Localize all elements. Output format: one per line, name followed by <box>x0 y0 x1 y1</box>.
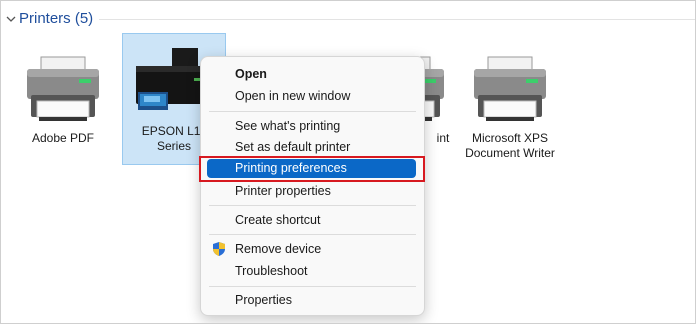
device-label-line: EPSON L11 <box>141 124 207 138</box>
group-title: Printers (5) <box>19 10 94 27</box>
group-divider <box>99 19 695 20</box>
annotation-highlight-box <box>199 156 425 182</box>
chevron-down-icon[interactable] <box>5 13 17 25</box>
device-label-line: Microsoft XPS <box>471 131 549 145</box>
menu-item-open-in-new-window[interactable]: Open in new window <box>201 85 424 107</box>
menu-item-properties[interactable]: Properties <box>201 289 424 311</box>
menu-item-printer-properties[interactable]: Printer properties <box>201 180 424 202</box>
context-menu: Open Open in new window See what's print… <box>200 56 425 316</box>
printers-view: Printers (5) Adobe PDF EPSON L11 Series … <box>0 0 696 324</box>
menu-item-open[interactable]: Open <box>201 63 424 85</box>
menu-separator <box>209 286 416 287</box>
device-label: Microsoft XPS Document Writer <box>465 131 555 161</box>
printer-icon <box>474 56 546 121</box>
device-microsoft-xps-document-writer[interactable]: Microsoft XPS Document Writer <box>458 47 562 161</box>
menu-item-remove-device[interactable]: Remove device <box>201 238 424 260</box>
device-label: Adobe PDF <box>31 131 95 145</box>
menu-item-set-as-default-printer[interactable]: Set as default printer <box>201 136 424 158</box>
menu-separator <box>209 111 416 112</box>
group-header[interactable]: Printers (5) <box>1 1 695 37</box>
device-label-line: Document Writer <box>465 146 555 160</box>
device-label: EPSON L11 Series <box>142 124 206 154</box>
printer-icon <box>27 56 99 121</box>
menu-separator <box>209 234 416 235</box>
menu-item-create-shortcut[interactable]: Create shortcut <box>201 209 424 231</box>
device-adobe-pdf[interactable]: Adobe PDF <box>11 47 115 146</box>
menu-item-see-whats-printing[interactable]: See what's printing <box>201 115 424 137</box>
menu-item-label: Remove device <box>235 242 322 256</box>
menu-separator <box>209 205 416 206</box>
device-label-line: Series <box>156 139 191 153</box>
uac-shield-icon <box>213 242 225 256</box>
menu-item-troubleshoot[interactable]: Troubleshoot <box>201 260 424 282</box>
